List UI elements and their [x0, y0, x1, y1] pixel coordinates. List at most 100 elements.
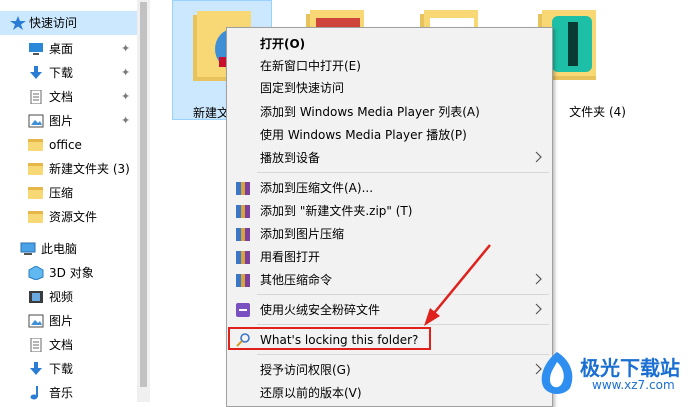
watermark-logo-icon — [541, 352, 573, 394]
sidebar-item-label: 音乐 — [49, 386, 74, 400]
sidebar-item-resources[interactable]: 资源文件 — [0, 205, 137, 229]
desktop-icon — [28, 42, 44, 56]
sidebar-scrollbar[interactable] — [137, 0, 150, 402]
menu-item-add-to-zip[interactable]: 添加到 "新建文件夹.zip" (T) — [227, 200, 552, 222]
sidebar-item-label: 图片 — [49, 114, 74, 128]
menu-item-open-new-window[interactable]: 在新窗口中打开(E) — [227, 55, 552, 77]
menu-item-label: 用看图打开 — [260, 250, 321, 264]
watermark: 极光下载站 www.xz7.com — [536, 348, 695, 402]
sidebar-item-videos[interactable]: 视频 — [0, 285, 137, 309]
sidebar-item-label: 下载 — [49, 66, 74, 80]
menu-item-label: 使用 Windows Media Player 播放(P) — [260, 128, 467, 142]
menu-item-add-wmp-list[interactable]: 添加到 Windows Media Player 列表(A) — [227, 101, 552, 123]
menu-item-label: 在新窗口中打开(E) — [260, 59, 361, 73]
picture-icon — [28, 114, 44, 128]
menu-item-add-image-compress[interactable]: 添加到图片压缩 — [227, 223, 552, 245]
folder-icon — [28, 186, 44, 200]
menu-item-label: 添加到 "新建文件夹.zip" (T) — [260, 204, 413, 218]
navigation-pane: 快速访问 桌面 ✦ 下载 ✦ 文档 ✦ 图片 ✦ office 新建文件夹 (3… — [0, 0, 150, 402]
menu-item-label: 授予访问权限(G) — [260, 363, 351, 377]
menu-item-label: 还原以前的版本(V) — [260, 386, 362, 400]
menu-item-cast-to-device[interactable]: 播放到设备 — [227, 147, 552, 169]
sidebar-item-compress[interactable]: 压缩 — [0, 181, 137, 205]
sidebar-item-documents[interactable]: 文档 ✦ — [0, 85, 137, 109]
sidebar-item-label: 图片 — [49, 314, 74, 328]
pin-icon[interactable]: ✦ — [121, 66, 130, 79]
sidebar-item-this-pc[interactable]: 此电脑 — [0, 237, 137, 261]
menu-item-huorong-shred[interactable]: 使用火绒安全粉碎文件 — [227, 299, 552, 321]
menu-separator — [257, 172, 549, 173]
sidebar-item-documents-pc[interactable]: 文档 — [0, 333, 137, 357]
sidebar-item-3d-objects[interactable]: 3D 对象 — [0, 261, 137, 285]
pin-icon[interactable]: ✦ — [121, 42, 130, 55]
3d-objects-icon — [28, 265, 44, 281]
chevron-right-icon — [535, 303, 542, 315]
menu-item-label: 添加到图片压缩 — [260, 227, 345, 241]
menu-item-add-to-archive[interactable]: 添加到压缩文件(A)... — [227, 177, 552, 199]
menu-item-open-with-viewer[interactable]: 用看图打开 — [227, 246, 552, 268]
sidebar-item-label: 此电脑 — [41, 242, 78, 256]
sidebar-item-label: 下载 — [49, 362, 74, 376]
sidebar-item-downloads-pc[interactable]: 下载 — [0, 357, 137, 381]
document-icon — [28, 337, 44, 353]
sidebar-item-music[interactable]: 音乐 — [0, 381, 137, 405]
winrar-icon — [236, 251, 250, 264]
winrar-icon — [236, 274, 250, 287]
menu-item-other-compress[interactable]: 其他压缩命令 — [227, 269, 552, 291]
menu-item-label: 添加到 Windows Media Player 列表(A) — [260, 105, 480, 119]
folder-icon — [28, 138, 44, 152]
menu-separator — [257, 294, 549, 295]
music-icon — [28, 386, 44, 400]
menu-item-play-wmp[interactable]: 使用 Windows Media Player 播放(P) — [227, 124, 552, 146]
sidebar-item-new-folder-3[interactable]: 新建文件夹 (3) — [0, 157, 137, 181]
download-icon — [28, 66, 44, 80]
winrar-icon — [236, 182, 250, 195]
sidebar-item-label: 视频 — [49, 290, 74, 304]
menu-item-label: 播放到设备 — [260, 151, 321, 165]
menu-separator — [257, 324, 549, 325]
watermark-title: 极光下载站 — [580, 356, 680, 380]
winrar-icon — [236, 205, 250, 218]
watermark-url: www.xz7.com — [592, 378, 675, 392]
huorong-icon — [236, 303, 250, 317]
sidebar-item-label: 3D 对象 — [49, 266, 94, 280]
computer-icon — [20, 242, 36, 256]
menu-separator — [257, 354, 549, 355]
menu-item-label: 添加到压缩文件(A)... — [260, 181, 374, 195]
document-icon — [28, 89, 44, 105]
sidebar-item-label: 快速访问 — [29, 16, 78, 30]
context-menu: 打开(O) 在新窗口中打开(E) 固定到快速访问 添加到 Windows Med… — [226, 27, 553, 407]
download-icon — [28, 362, 44, 376]
folder-icon — [28, 162, 44, 176]
sidebar-item-label: 新建文件夹 (3) — [49, 162, 130, 176]
folder-icon — [28, 210, 44, 224]
star-icon — [10, 16, 26, 30]
sidebar-item-label: 文档 — [49, 90, 74, 104]
picture-icon — [28, 314, 44, 328]
sidebar-item-pictures[interactable]: 图片 ✦ — [0, 109, 137, 133]
menu-item-restore-versions[interactable]: 还原以前的版本(V) — [227, 382, 552, 404]
menu-item-open[interactable]: 打开(O) — [227, 33, 552, 55]
menu-item-pin-quick-access[interactable]: 固定到快速访问 — [227, 77, 552, 99]
menu-item-label: 使用火绒安全粉碎文件 — [260, 303, 381, 317]
menu-item-label: 打开(O) — [260, 37, 306, 51]
sidebar-item-label: 压缩 — [49, 186, 74, 200]
video-icon — [28, 290, 44, 304]
pin-icon[interactable]: ✦ — [121, 114, 130, 127]
chevron-right-icon — [535, 151, 542, 163]
sidebar-item-office[interactable]: office — [0, 133, 137, 157]
annotation-highlight-box — [228, 327, 431, 350]
sidebar-item-pictures-pc[interactable]: 图片 — [0, 309, 137, 333]
sidebar-item-quick-access[interactable]: 快速访问 — [0, 11, 137, 35]
pin-icon[interactable]: ✦ — [121, 90, 130, 103]
sidebar-item-label: 资源文件 — [49, 210, 98, 224]
menu-item-label: 固定到快速访问 — [260, 81, 345, 95]
sidebar-item-desktop[interactable]: 桌面 ✦ — [0, 37, 137, 61]
sidebar-item-label: 桌面 — [49, 42, 74, 56]
winrar-icon — [236, 228, 250, 241]
menu-item-grant-access[interactable]: 授予访问权限(G) — [227, 359, 552, 381]
chevron-right-icon — [535, 273, 542, 285]
scrollbar-thumb[interactable] — [140, 2, 147, 387]
sidebar-item-downloads[interactable]: 下载 ✦ — [0, 61, 137, 85]
sidebar-item-label: office — [49, 138, 82, 152]
